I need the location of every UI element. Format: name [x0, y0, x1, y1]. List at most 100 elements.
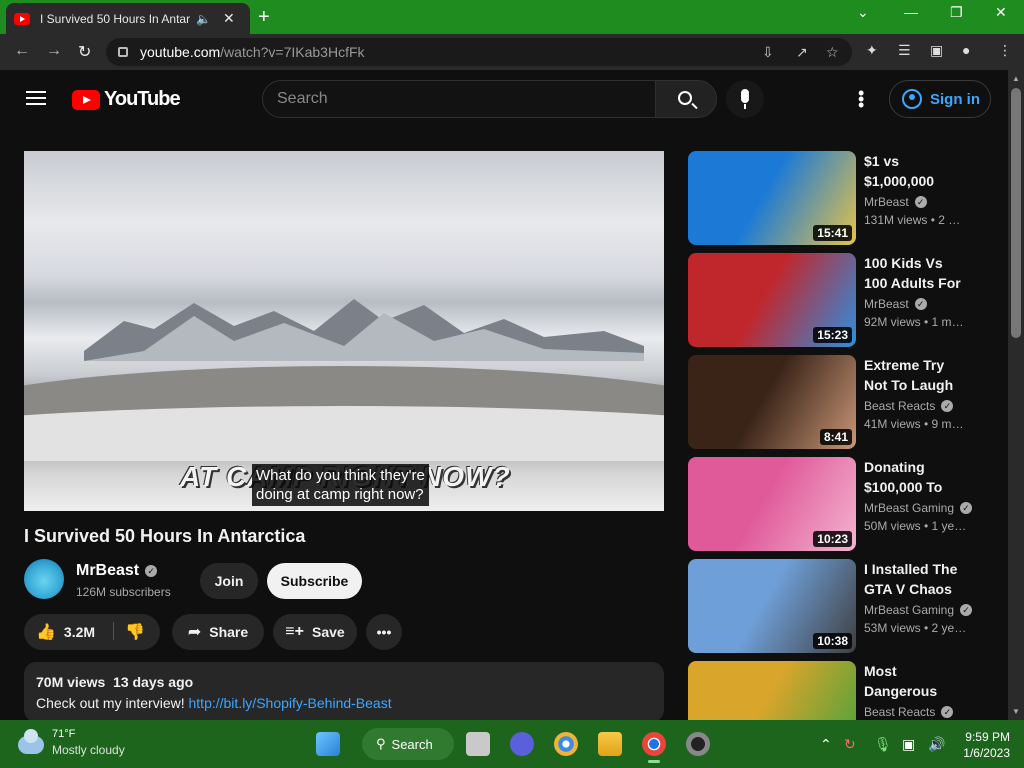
- reload-button[interactable]: ↻: [78, 42, 91, 62]
- close-tab-icon[interactable]: ✕: [223, 10, 235, 27]
- description-link[interactable]: http://bit.ly/Shopify-Behind-Beast: [189, 695, 392, 711]
- file-explorer-icon[interactable]: [598, 732, 622, 756]
- duration-badge: 15:41: [813, 225, 852, 241]
- recommendation-title[interactable]: 100 Kids Vs 100 Adults For $500,000: [864, 253, 968, 293]
- microphone-stand: [744, 104, 746, 109]
- voice-search-button[interactable]: [726, 80, 764, 118]
- media-control-icon[interactable]: ☰: [898, 42, 911, 59]
- thumbs-down-icon[interactable]: 👎: [125, 622, 145, 642]
- recommendation-card[interactable]: 10:38 I Installed The GTA V Chaos Mod MrBe…: [688, 559, 988, 653]
- recommendation-thumbnail[interactable]: 15:41: [688, 151, 856, 245]
- lock-icon[interactable]: [118, 47, 128, 57]
- show-hidden-icons-chevron-icon[interactable]: ⌃: [820, 736, 832, 753]
- recommendation-channel[interactable]: MrBeast ✓: [864, 297, 927, 311]
- recommendation-channel-name[interactable]: Beast Reacts: [864, 399, 935, 413]
- recommendation-title[interactable]: Most Dangerous Creatures: [864, 661, 968, 701]
- recommendation-thumbnail[interactable]: 10:38: [688, 559, 856, 653]
- volume-icon[interactable]: 🔊: [928, 736, 945, 753]
- save-button[interactable]: ≡+ Save: [273, 614, 357, 650]
- search-input[interactable]: [277, 90, 655, 108]
- recommendation-channel[interactable]: MrBeast ✓: [864, 195, 927, 209]
- weather-widget[interactable]: 71°F Mostly cloudy: [18, 728, 125, 757]
- address-bar[interactable]: youtube.com/watch?v=7IKab3HcfFk: [106, 38, 852, 66]
- side-panel-icon[interactable]: ▣: [930, 42, 943, 59]
- settings-kebab-icon[interactable]: • • •: [858, 84, 864, 114]
- taskbar-search[interactable]: ⚲ Search: [362, 728, 454, 760]
- search-box[interactable]: [262, 80, 656, 118]
- chrome-icon[interactable]: [642, 732, 666, 756]
- tab-search-chevron-icon[interactable]: ⌄: [857, 4, 869, 21]
- recommendation-title[interactable]: Donating $100,000 To Random Streamers: [864, 457, 968, 497]
- recommendation-thumbnail[interactable]: 10:23: [688, 457, 856, 551]
- back-button[interactable]: ←: [14, 42, 30, 60]
- sync-alert-icon[interactable]: ↻: [844, 736, 856, 753]
- youtube-logo[interactable]: YouTube: [72, 88, 181, 111]
- recommendation-title[interactable]: $1 vs $1,000,000 Hotel Room!: [864, 151, 968, 191]
- video-title: I Survived 50 Hours In Antarctica: [24, 526, 306, 546]
- new-tab-button[interactable]: +: [258, 6, 270, 29]
- recommendation-card[interactable]: 15:23 100 Kids Vs 100 Adults For $500,000…: [688, 253, 988, 347]
- playlist-add-icon: ≡+: [285, 623, 304, 640]
- recommendation-title[interactable]: I Installed The GTA V Chaos Mod: [864, 559, 968, 599]
- join-button[interactable]: Join: [200, 563, 258, 599]
- like-count[interactable]: 3.2M: [64, 624, 95, 640]
- recommendation-card[interactable]: Most Dangerous Creatures Beast Reacts ✓: [688, 661, 988, 720]
- share-button[interactable]: ➦ Share: [172, 614, 264, 650]
- channel-avatar[interactable]: [24, 559, 64, 599]
- minimize-button[interactable]: —: [904, 4, 918, 20]
- recommendation-channel-name[interactable]: MrBeast: [864, 195, 909, 209]
- description-box[interactable]: 70M views 13 days ago Check out my inter…: [24, 662, 664, 722]
- chat-icon[interactable]: [510, 732, 534, 756]
- recommendation-card[interactable]: 10:23 Donating $100,000 To Random Streame…: [688, 457, 988, 551]
- clock-date: 1/6/2023: [963, 746, 1010, 760]
- browser-tab[interactable]: I Survived 50 Hours In Antarctica 🔈 ✕: [6, 3, 250, 34]
- system-clock[interactable]: 9:59 PM 1/6/2023: [956, 729, 1010, 761]
- thumbs-up-icon[interactable]: 👍: [36, 622, 56, 642]
- speaker-icon[interactable]: 🔈: [196, 12, 211, 26]
- video-player[interactable]: AT CAMP RIGHT NOW? What do you think the…: [24, 151, 664, 511]
- recommendation-stats: 131M views • 2 months ago: [864, 213, 968, 227]
- page-scrollbar[interactable]: ▲ ▼: [1008, 70, 1024, 720]
- recommendation-channel-name[interactable]: MrBeast: [864, 297, 909, 311]
- close-window-button[interactable]: ✕: [995, 4, 1007, 21]
- recommendation-card[interactable]: 15:41 $1 vs $1,000,000 Hotel Room! MrBeast…: [688, 151, 988, 245]
- forward-button[interactable]: →: [46, 42, 62, 60]
- recommendation-thumbnail[interactable]: [688, 661, 856, 720]
- obs-icon[interactable]: [686, 732, 710, 756]
- scroll-up-icon[interactable]: ▲: [1012, 74, 1020, 83]
- recommendation-card[interactable]: 8:41 Extreme Try Not To Laugh Challenge! B…: [688, 355, 988, 449]
- windows-start-icon[interactable]: [316, 732, 340, 756]
- more-actions-button[interactable]: •••: [366, 614, 402, 650]
- menu-icon[interactable]: [26, 91, 46, 105]
- chrome-beta-icon[interactable]: [554, 732, 578, 756]
- recommendation-channel-name[interactable]: MrBeast Gaming: [864, 501, 954, 515]
- channel-name-text[interactable]: MrBeast: [76, 562, 139, 579]
- recommendation-channel[interactable]: Beast Reacts ✓: [864, 705, 954, 719]
- network-icon[interactable]: ▣: [902, 736, 915, 753]
- recommendation-channel[interactable]: MrBeast Gaming ✓: [864, 501, 973, 515]
- recommendation-channel[interactable]: Beast Reacts ✓: [864, 399, 954, 413]
- recommendation-channel-name[interactable]: Beast Reacts: [864, 705, 935, 719]
- task-view-icon[interactable]: [466, 732, 490, 756]
- recommendation-thumbnail[interactable]: 8:41: [688, 355, 856, 449]
- recommendation-channel-name[interactable]: MrBeast Gaming: [864, 603, 954, 617]
- verified-icon: ✓: [941, 706, 954, 718]
- extensions-icon[interactable]: ✦: [866, 42, 878, 59]
- search-button[interactable]: [655, 80, 717, 118]
- chrome-menu-icon[interactable]: ⋮: [998, 42, 1012, 59]
- scroll-thumb[interactable]: [1011, 88, 1021, 338]
- share-page-icon[interactable]: ↗: [796, 44, 808, 61]
- subscribe-button[interactable]: Subscribe: [267, 563, 362, 599]
- microphone-tray-icon[interactable]: 🎙: [874, 736, 892, 753]
- scroll-down-icon[interactable]: ▼: [1012, 707, 1020, 716]
- restore-button[interactable]: ❐: [950, 4, 963, 21]
- bookmark-star-icon[interactable]: ☆: [826, 44, 839, 61]
- profile-icon[interactable]: ●: [962, 42, 970, 58]
- recommendation-channel[interactable]: MrBeast Gaming ✓: [864, 603, 973, 617]
- recommendation-title[interactable]: Extreme Try Not To Laugh Challenge!: [864, 355, 968, 395]
- install-app-icon[interactable]: ⇩: [762, 44, 774, 61]
- temperature: 71°F: [52, 728, 76, 740]
- channel-name[interactable]: MrBeast ✓: [76, 562, 158, 580]
- recommendation-thumbnail[interactable]: 15:23: [688, 253, 856, 347]
- sign-in-button[interactable]: Sign in: [889, 80, 991, 118]
